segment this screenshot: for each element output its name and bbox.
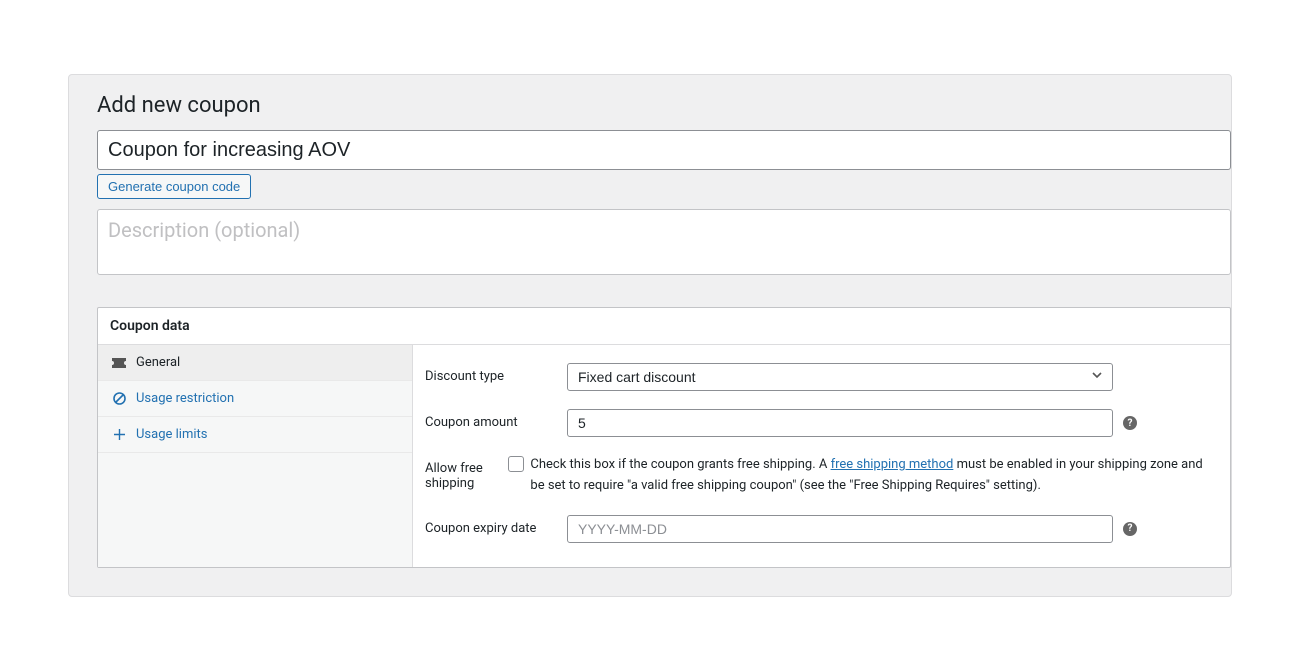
help-icon[interactable]: ? xyxy=(1123,416,1137,430)
sliders-icon xyxy=(112,428,126,442)
allow-free-shipping-description: Check this box if the coupon grants free… xyxy=(530,455,1218,497)
allow-free-shipping-label: Allow free shipping xyxy=(425,455,508,491)
tab-general[interactable]: General xyxy=(98,345,412,381)
discount-type-select[interactable]: Fixed cart discount xyxy=(567,363,1113,391)
tab-label: General xyxy=(136,355,180,370)
allow-free-shipping-checkbox[interactable] xyxy=(508,456,524,472)
metabox-title: Coupon data xyxy=(98,308,1230,345)
coupon-amount-label: Coupon amount xyxy=(425,409,567,430)
free-shipping-method-link[interactable]: free shipping method xyxy=(831,457,954,472)
ban-icon xyxy=(112,392,126,406)
coupon-amount-input[interactable] xyxy=(567,409,1113,437)
generate-coupon-code-button[interactable]: Generate coupon code xyxy=(97,174,251,199)
tab-label: Usage restriction xyxy=(136,391,234,406)
coupon-data-tabs: General Usage restriction xyxy=(98,345,413,567)
tab-usage-limits[interactable]: Usage limits xyxy=(98,417,412,453)
coupon-title-input[interactable] xyxy=(97,130,1231,170)
tab-label: Usage limits xyxy=(136,427,207,442)
tab-usage-restriction[interactable]: Usage restriction xyxy=(98,381,412,417)
ticket-icon xyxy=(112,356,126,370)
coupon-expiry-label: Coupon expiry date xyxy=(425,515,567,536)
coupon-description-textarea[interactable] xyxy=(97,209,1231,275)
coupon-expiry-input[interactable] xyxy=(567,515,1113,543)
help-icon[interactable]: ? xyxy=(1123,522,1137,536)
tab-panel-general: Discount type Fixed cart discount xyxy=(413,345,1230,567)
coupon-data-metabox: Coupon data General xyxy=(97,307,1231,568)
discount-type-label: Discount type xyxy=(425,363,567,384)
page-title: Add new coupon xyxy=(97,93,1231,118)
